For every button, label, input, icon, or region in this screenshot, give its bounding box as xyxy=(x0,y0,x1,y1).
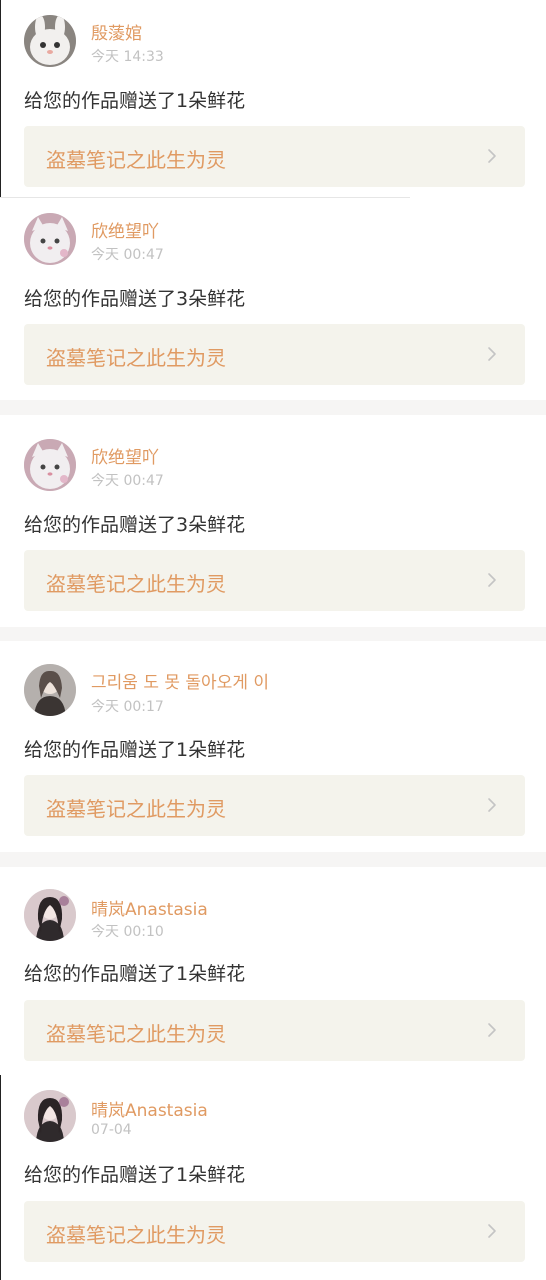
timestamp: 今天 14:33 xyxy=(91,49,164,65)
username[interactable]: 晴岚Anastasia xyxy=(91,1096,208,1121)
work-title: 盗墓笔记之此生为灵 xyxy=(46,797,226,821)
notification-card: 晴岚Anastasia 今天 00:10 给您的作品赠送了1朵鲜花 盗墓笔记之此… xyxy=(0,867,546,1075)
chevron-right-icon xyxy=(483,796,501,814)
person-avatar-icon[interactable] xyxy=(24,889,76,941)
username[interactable]: 그리움 도 못 돌아오게 이 xyxy=(91,668,269,693)
cat-avatar-icon[interactable] xyxy=(24,213,76,265)
username[interactable]: 晴岚Anastasia xyxy=(91,895,208,920)
notification-card: 欣绝望吖 今天 00:47 给您的作品赠送了3朵鲜花 盗墓笔记之此生为灵 xyxy=(0,415,546,627)
work-title: 盗墓笔记之此生为灵 xyxy=(46,148,226,172)
rabbit-avatar-icon[interactable] xyxy=(24,15,76,67)
notification-card: 晴岚Anastasia 07-04 给您的作品赠送了1朵鲜花 盗墓笔记之此生为灵 xyxy=(0,1075,546,1280)
gift-message: 给您的作品赠送了1朵鲜花 xyxy=(24,90,246,112)
notification-card: 欣绝望吖 今天 00:47 给您的作品赠送了3朵鲜花 盗墓笔记之此生为灵 xyxy=(0,198,546,400)
chevron-right-icon xyxy=(483,147,501,165)
timestamp: 今天 00:47 xyxy=(91,473,164,489)
chevron-right-icon xyxy=(483,571,501,589)
timestamp: 今天 00:17 xyxy=(91,699,164,715)
username[interactable]: 欣绝望吖 xyxy=(91,217,159,242)
work-title: 盗墓笔记之此生为灵 xyxy=(46,1223,226,1247)
person-avatar-icon[interactable] xyxy=(24,664,76,716)
gift-message: 给您的作品赠送了1朵鲜花 xyxy=(24,739,246,761)
timestamp: 今天 00:47 xyxy=(91,247,164,263)
notification-card: 그리움 도 못 돌아오게 이 今天 00:17 给您的作品赠送了1朵鲜花 盗墓笔… xyxy=(0,641,546,852)
gift-message: 给您的作品赠送了3朵鲜花 xyxy=(24,514,246,536)
work-link-button[interactable]: 盗墓笔记之此生为灵 xyxy=(24,1000,525,1061)
notification-card: 殷蔆婠 今天 14:33 给您的作品赠送了1朵鲜花 盗墓笔记之此生为灵 xyxy=(0,0,546,198)
chevron-right-icon xyxy=(483,1222,501,1240)
timestamp: 今天 00:10 xyxy=(91,924,164,940)
work-link-button[interactable]: 盗墓笔记之此生为灵 xyxy=(24,550,525,611)
work-title: 盗墓笔记之此生为灵 xyxy=(46,346,226,370)
gift-notification-feed: 殷蔆婠 今天 14:33 给您的作品赠送了1朵鲜花 盗墓笔记之此生为灵 欣绝望吖 xyxy=(0,0,546,1280)
username[interactable]: 殷蔆婠 xyxy=(91,19,142,44)
timestamp: 07-04 xyxy=(91,1122,132,1138)
work-link-button[interactable]: 盗墓笔记之此生为灵 xyxy=(24,126,525,187)
username[interactable]: 欣绝望吖 xyxy=(91,443,159,468)
work-link-button[interactable]: 盗墓笔记之此生为灵 xyxy=(24,1201,525,1262)
work-link-button[interactable]: 盗墓笔记之此生为灵 xyxy=(24,324,525,385)
person-avatar-icon[interactable] xyxy=(24,1090,76,1142)
gift-message: 给您的作品赠送了3朵鲜花 xyxy=(24,288,246,310)
work-title: 盗墓笔记之此生为灵 xyxy=(46,572,226,596)
chevron-right-icon xyxy=(483,345,501,363)
work-link-button[interactable]: 盗墓笔记之此生为灵 xyxy=(24,775,525,836)
chevron-right-icon xyxy=(483,1021,501,1039)
gift-message: 给您的作品赠送了1朵鲜花 xyxy=(24,1164,246,1186)
gift-message: 给您的作品赠送了1朵鲜花 xyxy=(24,963,246,985)
work-title: 盗墓笔记之此生为灵 xyxy=(46,1022,226,1046)
cat-avatar-icon[interactable] xyxy=(24,439,76,491)
